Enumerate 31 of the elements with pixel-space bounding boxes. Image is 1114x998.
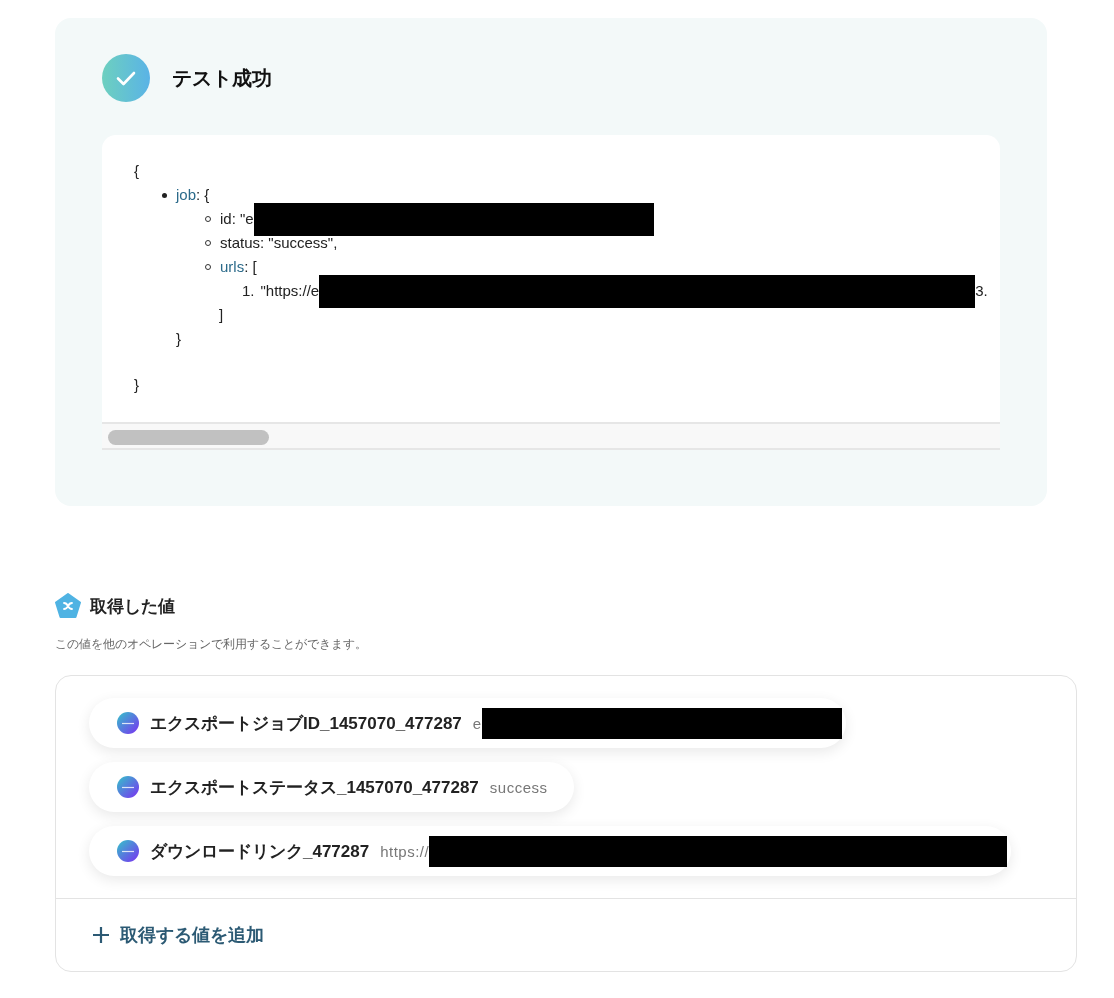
code-text: ] <box>219 305 224 325</box>
plus-icon <box>92 926 110 944</box>
section-description: この値を他のオペレーションで利用することができます。 <box>55 636 368 653</box>
value-text: success <box>489 778 548 796</box>
section-title: 取得した値 <box>90 595 175 618</box>
code-text: "https://e <box>260 281 320 301</box>
code-text: : [ <box>244 257 257 277</box>
code-text: { <box>134 161 139 181</box>
variable-icon <box>55 593 81 619</box>
check-icon <box>102 54 150 102</box>
app-logo-icon <box>117 776 139 798</box>
code-text: id: "e <box>220 209 254 229</box>
code-text: } <box>176 329 181 349</box>
value-name: ダウンロードリンク_477287 <box>150 840 370 863</box>
code-text: : { <box>196 185 210 205</box>
list-number: 1. <box>242 281 255 301</box>
value-text: e <box>472 714 482 732</box>
code-text: 3. <box>975 281 988 301</box>
add-value-button[interactable]: 取得する値を追加 <box>92 923 264 947</box>
value-chip[interactable]: ダウンロードリンク_477287 https:// <box>89 826 1012 876</box>
code-text: status: "success", <box>220 233 338 253</box>
app-logo-icon <box>117 712 139 734</box>
value-text: https:// <box>380 842 430 860</box>
app-logo-icon <box>117 840 139 862</box>
success-title: テスト成功 <box>172 65 272 91</box>
value-name: エクスポートステータス_1457070_477287 <box>150 776 479 799</box>
value-name: エクスポートジョブID_1457070_477287 <box>150 712 462 735</box>
value-chip[interactable]: エクスポートステータス_1457070_477287 success <box>89 762 574 812</box>
code-text: } <box>134 375 139 395</box>
scrollbar[interactable] <box>102 422 1000 450</box>
value-chip[interactable]: エクスポートジョブID_1457070_477287 e <box>89 698 846 748</box>
